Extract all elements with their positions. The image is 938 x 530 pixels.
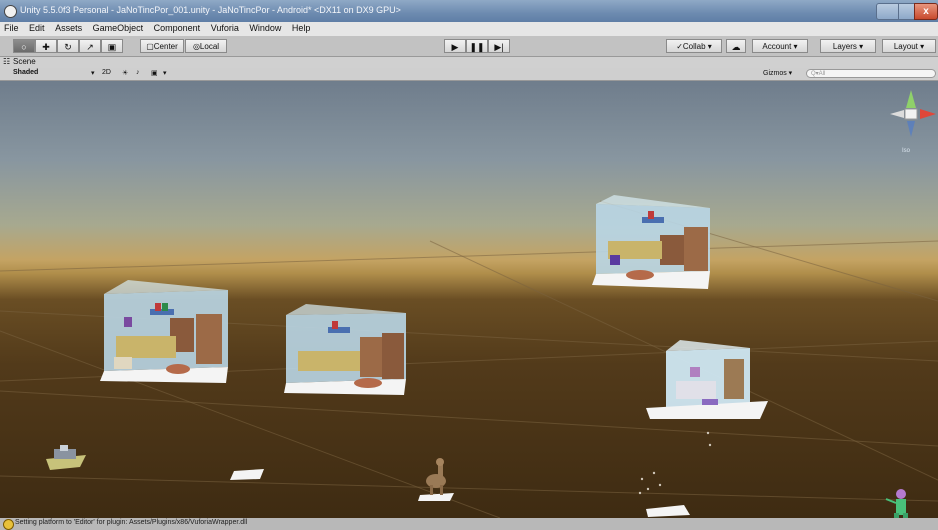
minimize-button[interactable]: [876, 3, 900, 20]
collab-label: Collab ▾: [682, 42, 712, 51]
scene-icon: ☷: [3, 57, 11, 66]
dog-model[interactable]: [418, 458, 454, 501]
status-bar: Setting platform to 'Editor' for plugin:…: [0, 518, 938, 530]
account-dropdown[interactable]: Account ▾: [752, 39, 808, 53]
status-message[interactable]: Setting platform to 'Editor' for plugin:…: [15, 519, 247, 526]
scene-render: [0, 90, 938, 518]
center-icon: ▢: [146, 42, 154, 51]
rect-icon: ▣: [107, 42, 117, 52]
play-button[interactable]: ▶: [444, 39, 466, 53]
menu-vuforia[interactable]: Vuforia: [207, 22, 243, 33]
collab-dropdown[interactable]: ✓Collab ▾: [666, 39, 722, 53]
cloud-button[interactable]: ☁: [726, 39, 746, 53]
menu-assets[interactable]: Assets: [51, 22, 86, 33]
rotate-tool-button[interactable]: ↻: [57, 39, 79, 53]
local-label: Local: [199, 42, 220, 51]
room-model[interactable]: [646, 340, 768, 419]
projection-label[interactable]: Iso: [902, 148, 910, 154]
scene-viewport[interactable]: Iso: [0, 81, 938, 518]
unity-logo-icon: [4, 5, 17, 18]
effects-toggle-icon[interactable]: ▣: [151, 69, 158, 77]
move-icon: ✚: [42, 42, 50, 52]
main-toolbar: ○ ✚ ↻ ↗ ▣ ▢Center ◎Local ▶ ❚❚ ▶| ✓Collab…: [0, 36, 938, 57]
menu-file[interactable]: File: [0, 22, 23, 33]
scene-tab[interactable]: Scene: [13, 57, 36, 66]
menu-gameobject[interactable]: GameObject: [89, 22, 148, 33]
furniture-model[interactable]: [46, 445, 86, 470]
audio-toggle-icon[interactable]: ♪: [136, 69, 140, 76]
move-tool-button[interactable]: ✚: [35, 39, 57, 53]
effects-dropdown-arrow-icon[interactable]: ▾: [163, 69, 167, 77]
step-button[interactable]: ▶|: [488, 39, 510, 53]
room-model[interactable]: [592, 195, 710, 289]
menu-help[interactable]: Help: [288, 22, 315, 33]
menu-edit[interactable]: Edit: [25, 22, 49, 33]
hand-icon: ○: [21, 42, 27, 52]
scale-tool-button[interactable]: ↗: [79, 39, 101, 53]
rotate-icon: ↻: [64, 42, 72, 52]
shading-dropdown-arrow-icon[interactable]: ▾: [91, 69, 95, 77]
shading-mode-dropdown[interactable]: Shaded: [13, 69, 38, 76]
lighting-toggle-icon[interactable]: ☀: [122, 69, 128, 77]
layers-dropdown[interactable]: Layers ▾: [820, 39, 876, 53]
layout-dropdown[interactable]: Layout ▾: [882, 39, 936, 53]
particle-effect: [638, 431, 712, 495]
pause-icon: ❚❚: [469, 42, 485, 52]
hand-tool-button[interactable]: ○: [13, 39, 35, 53]
scene-control-bar: Shaded ▾ 2D ☀ ♪ ▣ ▾ Gizmos ▾ Q▾All: [0, 68, 938, 81]
pivot-center-toggle[interactable]: ▢Center: [140, 39, 184, 53]
menu-bar: File Edit Assets GameObject Component Vu…: [0, 22, 938, 36]
pause-button[interactable]: ❚❚: [466, 39, 488, 53]
menu-window[interactable]: Window: [245, 22, 285, 33]
rect-tool-button[interactable]: ▣: [101, 39, 123, 53]
scene-orientation-gizmo[interactable]: [890, 90, 936, 137]
local-icon: ◎: [192, 42, 200, 51]
scene-tab-strip: ☷ Scene: [0, 57, 938, 68]
collab-icon: ✓: [676, 42, 683, 51]
warning-icon: [3, 519, 14, 530]
window-title: Unity 5.5.0f3 Personal - JaNoTincPor_001…: [20, 5, 401, 15]
close-button[interactable]: x: [914, 3, 938, 20]
cloud-icon: ☁: [731, 42, 741, 52]
room-model[interactable]: [100, 280, 228, 383]
menu-component[interactable]: Component: [150, 22, 205, 33]
room-model[interactable]: [284, 304, 406, 395]
image-target-marker[interactable]: [230, 469, 264, 480]
center-label: Center: [153, 42, 178, 51]
scene-search-input[interactable]: Q▾All: [806, 69, 936, 78]
gizmos-dropdown[interactable]: Gizmos ▾: [763, 69, 792, 77]
play-icon: ▶: [451, 42, 459, 52]
title-bar: Unity 5.5.0f3 Personal - JaNoTincPor_001…: [0, 0, 938, 22]
character-model[interactable]: [882, 489, 918, 518]
scale-icon: ↗: [86, 42, 94, 52]
step-icon: ▶|: [494, 42, 504, 52]
pivot-local-toggle[interactable]: ◎Local: [185, 39, 227, 53]
mode-2d-toggle[interactable]: 2D: [102, 69, 111, 76]
image-target-marker[interactable]: [646, 505, 690, 517]
